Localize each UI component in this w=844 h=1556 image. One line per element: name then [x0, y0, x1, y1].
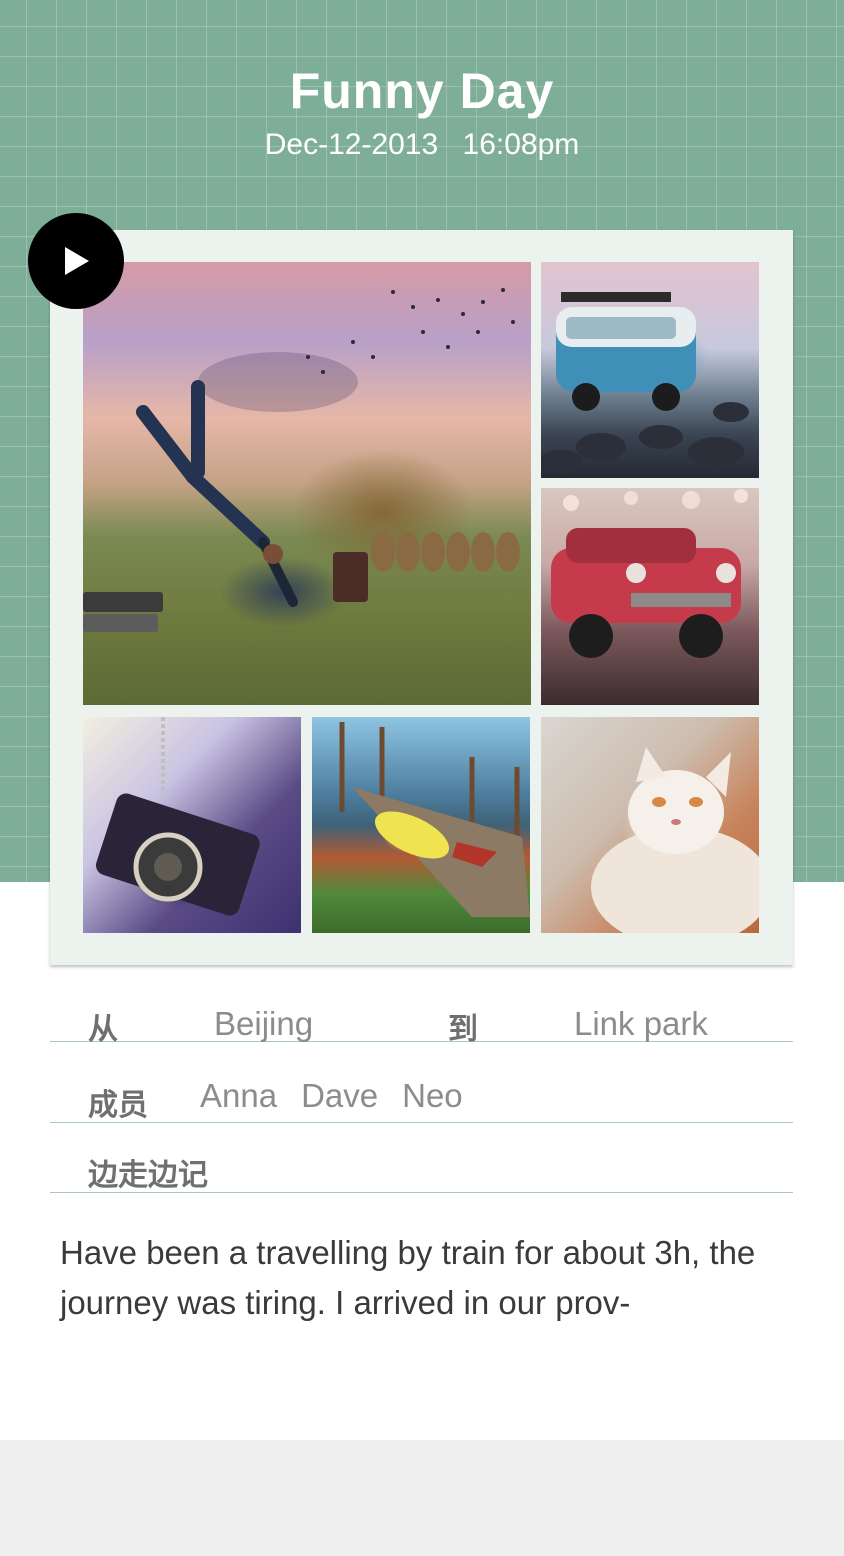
photo-blue-van[interactable] [541, 262, 759, 478]
camera-illustration [95, 717, 260, 916]
photo-collage-card [50, 230, 793, 965]
play-button[interactable] [28, 213, 124, 309]
footer-bar [0, 1440, 844, 1556]
member-name: Anna [200, 1077, 278, 1114]
cat-illustration [591, 747, 759, 933]
play-icon [65, 247, 89, 275]
photo-camera[interactable] [83, 717, 301, 933]
diary-time: 16:08pm [462, 128, 580, 161]
from-value[interactable]: Beijing [214, 1005, 313, 1043]
to-label: 到 [448, 1013, 478, 1046]
falling-man-illustration [83, 288, 520, 632]
member-name: Neo [402, 1077, 463, 1114]
route-row: 从 Beijing 到 Link park [50, 996, 793, 1046]
notes-row: 边走边记 [50, 1140, 793, 1193]
photo-cat[interactable] [541, 717, 759, 933]
travel-note-text[interactable]: Have been a travelling by train for abou… [60, 1228, 800, 1328]
photo-falling-man[interactable] [83, 262, 531, 705]
members-label: 成员 [88, 1089, 148, 1122]
to-value[interactable]: Link park [574, 1005, 708, 1043]
photo-dock[interactable] [312, 717, 530, 933]
member-name: Dave [301, 1077, 379, 1114]
diary-date: Dec-12-2013 [264, 128, 439, 161]
diary-datetime: Dec-12-2013 16:08pm [0, 128, 844, 162]
members-list[interactable]: Anna Dave Neo [200, 1077, 487, 1115]
notes-label: 边走边记 [88, 1159, 208, 1192]
from-label: 从 [88, 1013, 118, 1046]
members-row: 成员 Anna Dave Neo [50, 1070, 793, 1123]
photo-red-car[interactable] [541, 488, 759, 705]
dock-illustration [339, 722, 530, 917]
van-illustration [541, 292, 749, 474]
car-illustration [551, 489, 748, 658]
diary-title: Funny Day [289, 63, 555, 119]
